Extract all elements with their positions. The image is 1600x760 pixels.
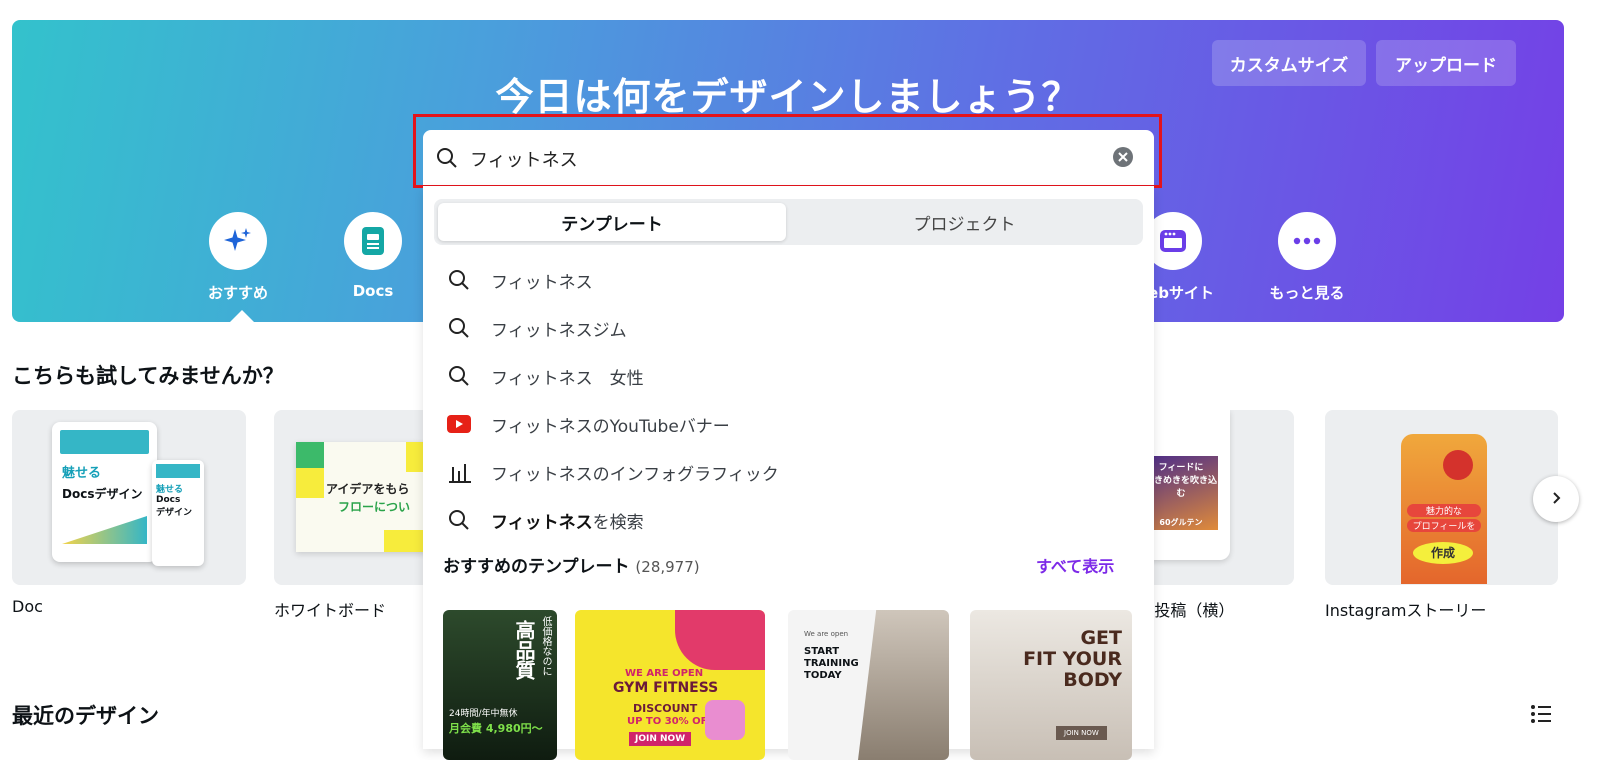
category-label: もっと見る [1269, 284, 1345, 302]
search-icon [447, 316, 471, 340]
suggestion-item[interactable]: フィットネスのYouTubeバナー [447, 412, 730, 437]
search-tabs: テンプレート プロジェクト [434, 199, 1143, 245]
phone-preview: 魅せる Docs デザイン [152, 460, 204, 566]
bar-chart-icon [447, 460, 471, 484]
card-instagram-story[interactable]: 魅力的な プロフィールを 作成 [1325, 410, 1558, 585]
template-thumbnail[interactable]: WE ARE OPEN GYM FITNESS DISCOUNT UP TO 3… [575, 610, 765, 760]
card-whiteboard[interactable]: アイデアをもら フローについ [274, 410, 434, 585]
more-icon [1278, 212, 1336, 270]
template-thumbnail[interactable]: 低価格なのに 高品質 24時間/年中無休 月会費 4,980円〜 [443, 610, 557, 760]
card-label: ホワイトボード [274, 601, 387, 620]
suggestion-item[interactable]: フィットネス [447, 268, 593, 293]
card-post[interactable]: フィードに ときめきを吹き込む 60グルテン [1140, 410, 1294, 585]
suggestion-item[interactable]: フィットネスのインフォグラフィック [447, 460, 779, 485]
card-doc[interactable]: 魅せる Docsデザイン 魅せる Docs デザイン [12, 410, 246, 585]
tab-projects[interactable]: プロジェクト [790, 203, 1139, 241]
recommended-count: (28,977) [635, 558, 700, 576]
recent-designs-title: 最近のデザイン [12, 704, 159, 728]
category-more[interactable]: もっと見る [1252, 212, 1362, 303]
recommended-templates-title: おすすめのテンプレート (28,977) [443, 557, 700, 577]
template-thumbnail[interactable]: We are open START TRAINING TODAY [788, 610, 949, 760]
suggestion-item[interactable]: フィットネスジム [447, 316, 627, 341]
see-all-link[interactable]: すべて表示 [1036, 553, 1114, 577]
chevron-right-icon [1549, 490, 1563, 509]
custom-size-button[interactable]: カスタムサイズ [1212, 40, 1366, 86]
upload-button[interactable]: アップロード [1376, 40, 1516, 86]
card-label: Instagramストーリー [1325, 601, 1487, 620]
category-label: おすすめ [207, 284, 268, 302]
search-icon [447, 268, 471, 292]
docs-icon [344, 212, 402, 270]
search-highlight-box [413, 114, 1162, 188]
doc-preview: 魅せる Docsデザイン [52, 422, 157, 562]
sparkle-icon [209, 212, 267, 270]
category-label: Docs [352, 282, 394, 300]
selected-category-caret [230, 310, 254, 322]
card-label: D投稿（横） [1142, 601, 1235, 620]
category-recommended[interactable]: おすすめ [183, 212, 293, 303]
category-docs[interactable]: Docs [318, 212, 428, 300]
search-for-item[interactable]: フィットネス を検索 [447, 508, 644, 533]
youtube-icon [447, 412, 471, 436]
search-dropdown: テンプレート プロジェクト フィットネス フィットネスジム フィットネス 女性 … [423, 186, 1154, 760]
list-view-icon[interactable] [1530, 703, 1552, 729]
search-icon [447, 508, 471, 532]
tab-templates[interactable]: テンプレート [438, 203, 786, 241]
try-section-title: こちらも試してみませんか？ [12, 364, 284, 388]
card-label: Doc [12, 597, 43, 616]
story-preview: 魅力的な プロフィールを 作成 [1401, 434, 1487, 584]
template-thumbnail[interactable]: GET FIT YOUR BODY JOIN NOW [970, 610, 1132, 760]
whiteboard-preview: アイデアをもら フローについ [296, 442, 434, 552]
suggestion-item[interactable]: フィットネス 女性 [447, 364, 644, 389]
search-icon [447, 364, 471, 388]
carousel-next-button[interactable] [1533, 476, 1579, 522]
